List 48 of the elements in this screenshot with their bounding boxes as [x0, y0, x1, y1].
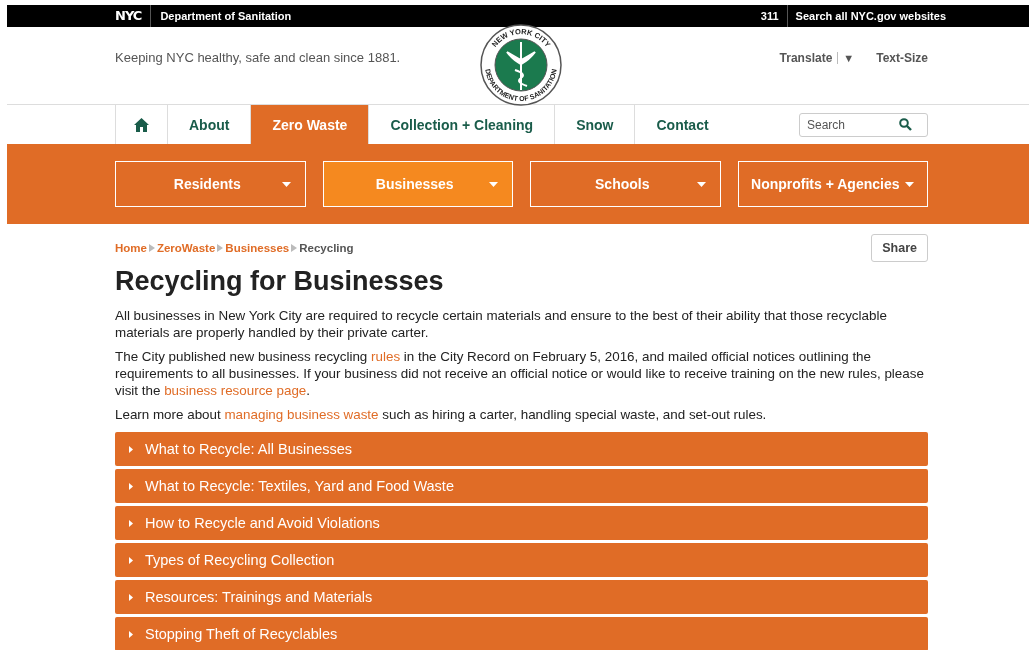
caret-icon — [281, 182, 291, 187]
breadcrumb-separator-icon — [291, 244, 298, 252]
nav-tab[interactable]: Zero Waste — [250, 105, 369, 144]
accordion-header[interactable]: Stopping Theft of Recyclables — [115, 617, 928, 650]
accordion-header[interactable]: What to Recycle: All Businesses — [115, 432, 928, 466]
section-dropdown[interactable]: Schools — [530, 161, 721, 207]
tagline: Keeping NYC healthy, safe and clean since 1881. — [115, 50, 401, 65]
search-field[interactable]: Search — [799, 112, 928, 137]
breadcrumb-current: Recycling — [299, 242, 354, 254]
search-all-link[interactable]: Search all NYC.gov websites — [795, 10, 946, 22]
search-icon[interactable] — [899, 118, 912, 131]
caret-icon — [905, 181, 915, 187]
text-link[interactable]: rules — [371, 349, 401, 364]
expand-arrow-icon — [129, 556, 133, 564]
breadcrumb-link[interactable]: Businesses — [225, 242, 290, 254]
search-input[interactable]: Search — [805, 116, 899, 133]
expand-arrow-icon — [129, 519, 133, 527]
accordion-header[interactable]: Resources: Trainings and Materials — [115, 580, 928, 614]
paragraph: The City published new business recycling rules in the City Record on February 5, 2016, and mailed official notices outlining the requirements to all businesses. If your business did not receive an official notice or would like to receive training on the new rules, please visit the business resource page. — [115, 348, 925, 399]
translate-link[interactable]: Translate — [779, 50, 833, 65]
expand-arrow-icon — [129, 482, 133, 490]
breadcrumb-link[interactable]: Home — [115, 242, 147, 254]
page-title: Recycling for Businesses — [115, 266, 445, 297]
section-dropdown[interactable]: Nonprofits + Agencies — [737, 161, 928, 207]
expand-arrow-icon — [129, 630, 133, 638]
paragraph: All businesses in New York City are required to recycle certain materials and ensure to the best of their ability that those recyclable materials are properly handled by their private carter. — [115, 307, 888, 341]
expand-arrow-icon — [129, 445, 133, 453]
text-size-link[interactable]: Text-Size — [876, 50, 928, 65]
phone-link[interactable]: 311 — [760, 5, 788, 27]
caret-icon — [489, 182, 498, 187]
paragraph: Learn more about managing business waste such as hiring a carter, handling special waste, and set-out rules. — [115, 406, 768, 423]
home-icon — [134, 117, 149, 132]
translate-dropdown[interactable]: ▼ — [837, 51, 855, 64]
agency-name: Department of Sanitation — [160, 10, 292, 22]
nyc-logo[interactable]: NYC — [115, 5, 152, 27]
breadcrumb-separator-icon — [148, 244, 155, 252]
expand-arrow-icon — [129, 593, 133, 601]
text-link[interactable]: business resource page — [164, 383, 307, 398]
breadcrumb-link[interactable]: ZeroWaste — [156, 242, 216, 254]
caret-icon — [696, 182, 706, 187]
section-dropdown[interactable]: Businesses — [322, 161, 513, 207]
section-dropdown[interactable]: Residents — [115, 161, 306, 207]
accordion-header[interactable]: How to Recycle and Avoid Violations — [115, 506, 928, 540]
share-button[interactable]: Share — [871, 234, 928, 262]
accordion-header[interactable]: What to Recycle: Textiles, Yard and Food Waste — [115, 469, 928, 503]
text-link[interactable]: managing business waste — [224, 407, 379, 422]
accordion-header[interactable]: Types of Recycling Collection — [115, 543, 928, 577]
breadcrumb-separator-icon — [217, 244, 224, 252]
